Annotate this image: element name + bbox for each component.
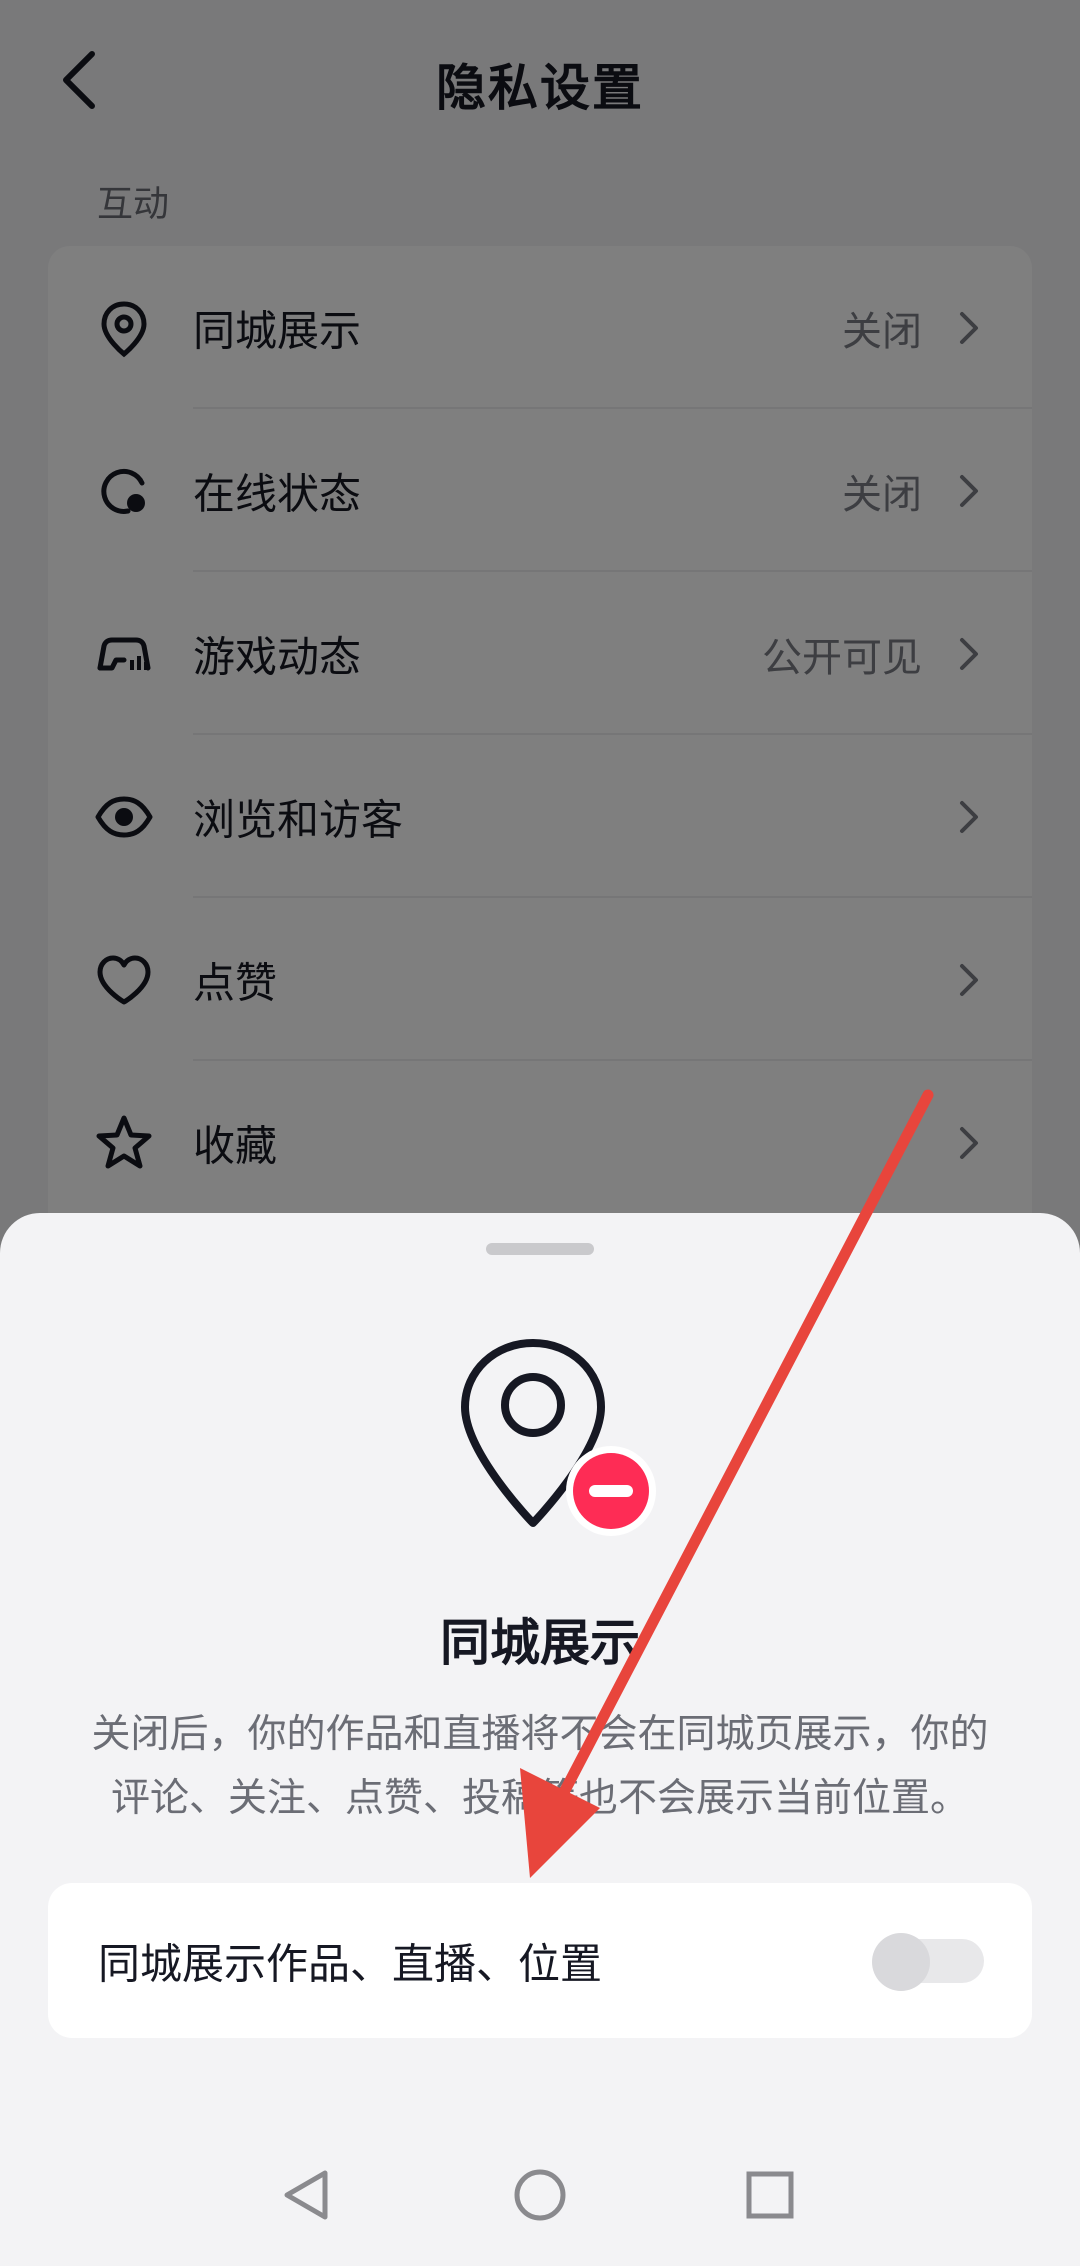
sheet-grab-handle[interactable]: [486, 1243, 594, 1255]
bottom-sheet: 同城展示 关闭后，你的作品和直播将不会在同城页展示，你的 评论、关注、点赞、投稿…: [0, 1213, 1080, 2266]
sheet-description-line: 关闭后，你的作品和直播将不会在同城页展示，你的: [91, 1712, 989, 1757]
triangle-back-icon: [284, 2170, 328, 2220]
toggle-card: 同城展示作品、直播、位置: [48, 1883, 1032, 2038]
switch-knob: [872, 1932, 930, 1991]
toggle-label: 同城展示作品、直播、位置: [98, 1939, 603, 1988]
nav-recents-button[interactable]: [735, 2160, 805, 2230]
circle-home-icon: [514, 2169, 566, 2221]
location-off-icon: [461, 1339, 656, 1536]
sheet-description-line: 评论、关注、点赞、投稿等也不会展示当前位置。: [110, 1776, 969, 1821]
system-nav-bar: [0, 2130, 1080, 2266]
sheet-title: 同城展示: [440, 1614, 640, 1672]
nearby-display-switch[interactable]: [872, 1932, 984, 1991]
nav-back-button[interactable]: [272, 2160, 342, 2230]
sheet-description: 关闭后，你的作品和直播将不会在同城页展示，你的 评论、关注、点赞、投稿等也不会展…: [50, 1703, 1030, 1831]
nav-home-button[interactable]: [505, 2160, 575, 2230]
square-recents-icon: [746, 2171, 794, 2219]
